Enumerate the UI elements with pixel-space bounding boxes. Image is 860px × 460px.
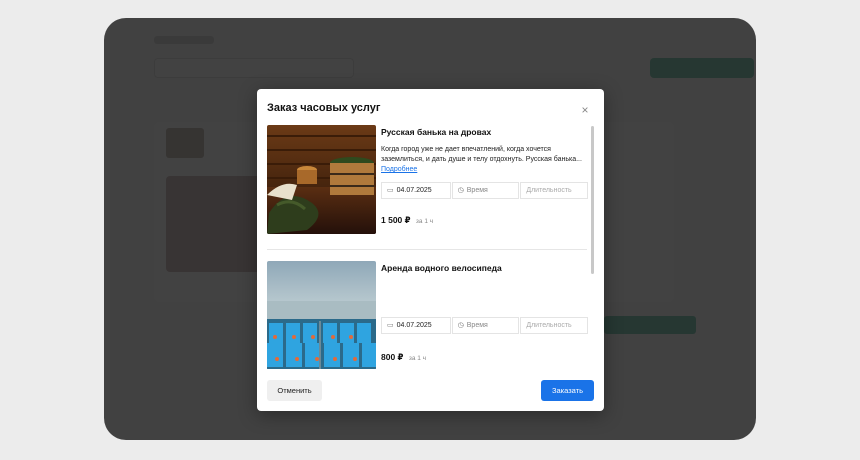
item-divider [267, 249, 587, 250]
clock-icon: ◷ [457, 187, 464, 194]
time-placeholder: Время [466, 187, 488, 194]
list-scrollbar[interactable] [591, 126, 594, 274]
booking-fields: ▭ 04.07.2025 ◷ Время Длительность [381, 317, 589, 334]
date-value: 04.07.2025 [396, 322, 432, 329]
duration-field[interactable]: Длительность [520, 317, 588, 334]
booking-fields: ▭ 04.07.2025 ◷ Время Длительность [381, 182, 589, 199]
price-value: 1 500 ₽ [381, 215, 411, 225]
calendar-icon: ▭ [387, 187, 394, 194]
duration-field[interactable]: Длительность [520, 182, 588, 199]
service-description: Когда город уже не дает впечатлений, ког… [381, 145, 591, 165]
modal-title: Заказ часовых услуг [267, 102, 381, 114]
date-field[interactable]: ▭ 04.07.2025 [381, 182, 451, 199]
time-placeholder: Время [466, 322, 488, 329]
sauna-photo [267, 125, 376, 234]
price-unit: за 1 ч [415, 218, 434, 225]
date-field[interactable]: ▭ 04.07.2025 [381, 317, 451, 334]
services-list[interactable]: Русская банька на дровах Когда город уже… [267, 125, 593, 369]
description-line: заземлиться, и дать душе и телу отдохнут… [381, 156, 582, 163]
clock-icon: ◷ [457, 322, 464, 329]
duration-placeholder: Длительность [526, 187, 572, 194]
time-field[interactable]: ◷ Время [451, 182, 520, 199]
hourly-services-modal: Заказ часовых услуг × Русская банька на … [257, 89, 604, 411]
service-price: 800 ₽ за 1 ч [381, 352, 426, 363]
price-value: 800 ₽ [381, 352, 404, 362]
service-name: Аренда водного велосипеда [381, 263, 502, 273]
cancel-button[interactable]: Отменить [267, 380, 322, 401]
close-icon[interactable]: × [578, 103, 592, 117]
date-value: 04.07.2025 [396, 187, 432, 194]
order-button[interactable]: Заказать [541, 380, 594, 401]
more-link[interactable]: Подробнее [381, 166, 417, 173]
description-line: Когда город уже не дает впечатлений, ког… [381, 146, 551, 153]
duration-placeholder: Длительность [526, 322, 572, 329]
service-price: 1 500 ₽ за 1 ч [381, 215, 433, 226]
calendar-icon: ▭ [387, 322, 394, 329]
service-name: Русская банька на дровах [381, 127, 492, 137]
price-unit: за 1 ч [408, 355, 427, 362]
time-field[interactable]: ◷ Время [451, 317, 520, 334]
pedal-boats-photo [267, 261, 376, 369]
